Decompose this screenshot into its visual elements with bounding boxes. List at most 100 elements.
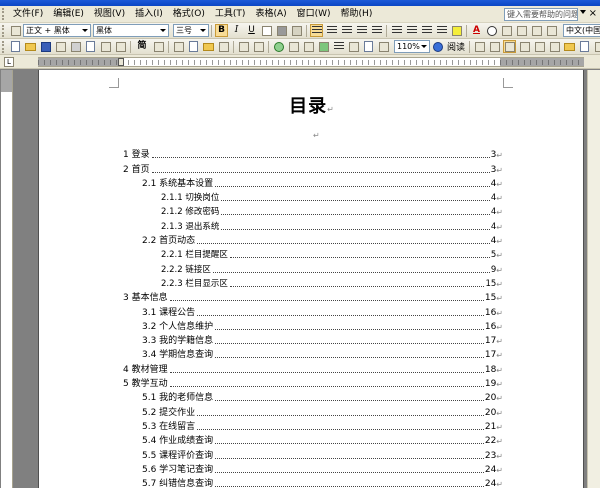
- toc-entry[interactable]: 2.1 系统基本设置 4 ↵: [123, 177, 503, 191]
- toolbar-grip-handle[interactable]: [2, 40, 6, 53]
- align-justify-icon[interactable]: [310, 24, 323, 37]
- insert-table-icon[interactable]: [302, 40, 315, 53]
- envelope-icon[interactable]: [593, 40, 600, 53]
- toolbar-grip-handle[interactable]: [2, 24, 6, 37]
- toc-entry[interactable]: 2.2.3 栏目显示区 15 ↵: [123, 277, 503, 291]
- menu-edit[interactable]: 编辑(E): [48, 7, 89, 22]
- align-center-icon[interactable]: [325, 24, 338, 37]
- save-disk-icon[interactable]: [39, 40, 52, 53]
- font-size-select[interactable]: 三号: [173, 24, 209, 37]
- help-dropdown-arrow-icon[interactable]: [580, 10, 586, 14]
- indent-marker-handle[interactable]: [118, 58, 124, 66]
- shapes-icon[interactable]: [518, 40, 531, 53]
- styles-pane-icon[interactable]: [9, 24, 22, 37]
- menu-view[interactable]: 视图(V): [89, 7, 130, 22]
- help-icon[interactable]: [431, 40, 444, 53]
- menu-format[interactable]: 格式(O): [168, 7, 210, 22]
- toc-entry[interactable]: 1 登录 3 ↵: [123, 148, 503, 162]
- show-hide-marks-icon[interactable]: [377, 40, 390, 53]
- folder-tool-icon[interactable]: [563, 40, 576, 53]
- subscript-icon[interactable]: [545, 24, 558, 37]
- decrease-indent-icon[interactable]: [420, 24, 433, 37]
- superscript-icon[interactable]: [530, 24, 543, 37]
- italic-button[interactable]: I: [230, 24, 243, 37]
- char-border-icon[interactable]: [260, 24, 273, 37]
- font-color-button[interactable]: A: [470, 24, 483, 37]
- toc-entry[interactable]: 2 首页 3 ↵: [123, 162, 503, 176]
- highlight-icon[interactable]: [450, 24, 463, 37]
- tables-borders-icon[interactable]: [287, 40, 300, 53]
- toc-entry[interactable]: 5.1 我的老师信息 20 ↵: [123, 391, 503, 405]
- toc-entry[interactable]: 3.4 学期信息查询 17 ↵: [123, 348, 503, 362]
- language-select[interactable]: 中文(中国): [563, 24, 600, 37]
- vertical-scrollbar[interactable]: [587, 70, 600, 488]
- toc-entry[interactable]: 5.5 课程评价查询 23 ↵: [123, 448, 503, 462]
- toc-entry[interactable]: 2.1.2 修改密码 4 ↵: [123, 205, 503, 219]
- spelling-check-icon[interactable]: [99, 40, 112, 53]
- toc-entry[interactable]: 3 基本信息 15 ↵: [123, 291, 503, 305]
- menu-insert[interactable]: 插入(I): [130, 7, 168, 22]
- new-document-icon[interactable]: [9, 40, 22, 53]
- underline-button[interactable]: U: [245, 24, 258, 37]
- read-mode-button[interactable]: 阅读: [445, 40, 467, 53]
- toc-entry[interactable]: 2.2 首页动态 4 ↵: [123, 234, 503, 248]
- tab-selector-button[interactable]: L: [4, 57, 14, 67]
- simplified-chinese-button[interactable]: 简: [134, 40, 150, 53]
- format-painter-icon[interactable]: [217, 40, 230, 53]
- paragraph-border-icon[interactable]: [473, 40, 486, 53]
- toc-entry[interactable]: 3.2 个人信息维护 16 ↵: [123, 320, 503, 334]
- signature-icon[interactable]: [548, 40, 561, 53]
- insert-hyperlink-icon[interactable]: [272, 40, 285, 53]
- char-shading-icon[interactable]: [275, 24, 288, 37]
- bullets-icon[interactable]: [405, 24, 418, 37]
- style-select[interactable]: 正文 + 黑体: [23, 24, 91, 37]
- toc-entry[interactable]: 2.2.1 栏目提醒区 5 ↵: [123, 248, 503, 262]
- menu-tools[interactable]: 工具(T): [210, 7, 251, 22]
- close-document-button[interactable]: ×: [589, 8, 597, 20]
- numbering-icon[interactable]: [390, 24, 403, 37]
- toc-entry[interactable]: 5.4 作业成绩查询 22 ↵: [123, 434, 503, 448]
- distributed-align-icon[interactable]: [355, 24, 368, 37]
- toc-entry[interactable]: 5.3 在线留言 21 ↵: [123, 420, 503, 434]
- font-select[interactable]: 黑体: [93, 24, 169, 37]
- print-icon[interactable]: [69, 40, 82, 53]
- toc-entry[interactable]: 5.6 学习笔记查询 24 ↵: [123, 463, 503, 477]
- columns-icon[interactable]: [332, 40, 345, 53]
- zoom-select[interactable]: 110%: [394, 40, 430, 53]
- toc-entry[interactable]: 2.1.3 退出系统 4 ↵: [123, 219, 503, 233]
- enclose-char-icon[interactable]: [485, 24, 498, 37]
- menu-file[interactable]: 文件(F): [8, 7, 48, 22]
- toc-entry[interactable]: 5.2 提交作业 20 ↵: [123, 405, 503, 419]
- increase-indent-icon[interactable]: [435, 24, 448, 37]
- toc-entry[interactable]: 3.1 课程公告 16 ↵: [123, 305, 503, 319]
- menu-window[interactable]: 窗口(W): [292, 7, 336, 22]
- toc-entry[interactable]: 2.1.1 切换岗位 4 ↵: [123, 191, 503, 205]
- paste-icon[interactable]: [202, 40, 215, 53]
- toc-entry[interactable]: 5 教学互动 19 ↵: [123, 377, 503, 391]
- vertical-ruler[interactable]: [1, 70, 13, 488]
- cut-icon[interactable]: [172, 40, 185, 53]
- chinese-convert-icon[interactable]: [152, 40, 165, 53]
- pen-icon[interactable]: [533, 40, 546, 53]
- page-setup-icon[interactable]: [578, 40, 591, 53]
- toc-entry[interactable]: 2.2.2 链接区 9 ↵: [123, 262, 503, 276]
- permission-icon[interactable]: [54, 40, 67, 53]
- line-spacing-icon[interactable]: [370, 24, 383, 37]
- menu-help[interactable]: 帮助(H): [336, 7, 378, 22]
- grow-font-icon[interactable]: [500, 24, 513, 37]
- text-direction-icon[interactable]: [488, 40, 501, 53]
- toc-entry[interactable]: 3.3 我的学籍信息 17 ↵: [123, 334, 503, 348]
- research-icon[interactable]: [114, 40, 127, 53]
- print-preview-icon[interactable]: [84, 40, 97, 53]
- insert-excel-icon[interactable]: [317, 40, 330, 53]
- menu-table[interactable]: 表格(A): [250, 7, 291, 22]
- shrink-font-icon[interactable]: [515, 24, 528, 37]
- document-map-icon[interactable]: [362, 40, 375, 53]
- bold-button[interactable]: B: [215, 24, 228, 37]
- char-scale-icon[interactable]: [290, 24, 303, 37]
- undo-icon[interactable]: [237, 40, 250, 53]
- toc-entry[interactable]: 4 教材管理 18 ↵: [123, 362, 503, 376]
- copy-icon[interactable]: [187, 40, 200, 53]
- align-right-icon[interactable]: [340, 24, 353, 37]
- redo-icon[interactable]: [252, 40, 265, 53]
